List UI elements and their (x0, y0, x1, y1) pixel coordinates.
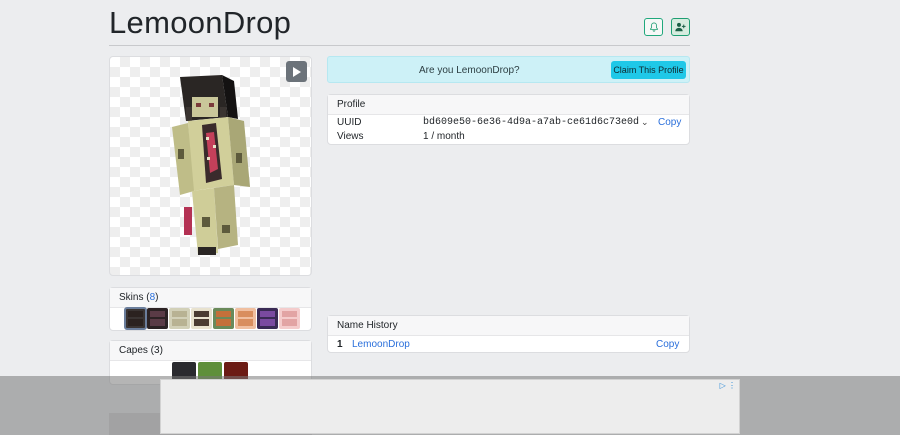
skin-thumbnail[interactable] (124, 307, 147, 330)
capes-heading: Capes (3) (110, 341, 311, 361)
skin-thumbnail[interactable] (235, 308, 256, 329)
name-history-index: 1 (337, 339, 343, 350)
skin-face-icon (194, 311, 209, 326)
skin-face-icon (128, 311, 143, 326)
skin-thumbnail[interactable] (147, 308, 168, 329)
user-plus-icon (675, 22, 686, 32)
skin-thumbnail[interactable] (279, 308, 300, 329)
bell-icon (649, 22, 658, 32)
follow-user-button[interactable] (671, 18, 690, 36)
ad-banner[interactable]: ▷ ⋮ (160, 379, 740, 434)
chevron-down-icon[interactable]: ⌄ (641, 117, 649, 128)
uuid-label: UUID (337, 117, 362, 128)
copy-uuid-button[interactable]: Copy (658, 117, 681, 128)
profile-card: Profile UUID bd609e50-6e36-4d9a-a7ab-ce6… (327, 94, 690, 145)
skins-label: Skins ( (119, 292, 150, 303)
copy-name-button[interactable]: Copy (656, 339, 679, 350)
play-animation-button[interactable] (286, 61, 307, 82)
profile-heading: Profile (328, 95, 689, 115)
name-history-card: Name History 1 LemoonDrop Copy (327, 315, 690, 353)
views-label: Views (337, 131, 364, 142)
header-divider (109, 45, 690, 46)
claim-profile-alert: Are you LemoonDrop? Claim This Profile (327, 56, 690, 83)
skins-heading: Skins (8) (110, 288, 311, 308)
views-value: 1 / month (423, 131, 465, 142)
skins-thumbnail-row (124, 307, 300, 330)
name-history-heading: Name History (328, 316, 689, 336)
skin-face-icon (216, 311, 231, 326)
skin-face-icon (150, 311, 165, 326)
skins-label-close: ) (155, 292, 159, 303)
skin-face-icon (260, 311, 275, 326)
skin-thumbnail[interactable] (169, 308, 190, 329)
skin-viewer[interactable] (109, 56, 312, 276)
claim-profile-button[interactable]: Claim This Profile (611, 61, 686, 79)
skin-face-icon (172, 311, 187, 326)
notify-button[interactable] (644, 18, 663, 36)
skin-face-icon (282, 311, 297, 326)
player-model (172, 75, 250, 255)
page-title: LemoonDrop (109, 5, 292, 40)
claim-question: Are you LemoonDrop? (419, 65, 520, 76)
adchoices-icon[interactable]: ▷ ⋮ (720, 381, 736, 390)
skin-thumbnail[interactable] (213, 308, 234, 329)
play-icon (293, 66, 301, 77)
uuid-value[interactable]: bd609e50-6e36-4d9a-a7ab-ce61d6c73e0d (423, 117, 639, 128)
skin-thumbnail[interactable] (191, 308, 212, 329)
skin-thumbnail[interactable] (257, 308, 278, 329)
skin-face-icon (238, 311, 253, 326)
skins-card: Skins (8) (109, 287, 312, 331)
name-history-link[interactable]: LemoonDrop (352, 339, 410, 350)
